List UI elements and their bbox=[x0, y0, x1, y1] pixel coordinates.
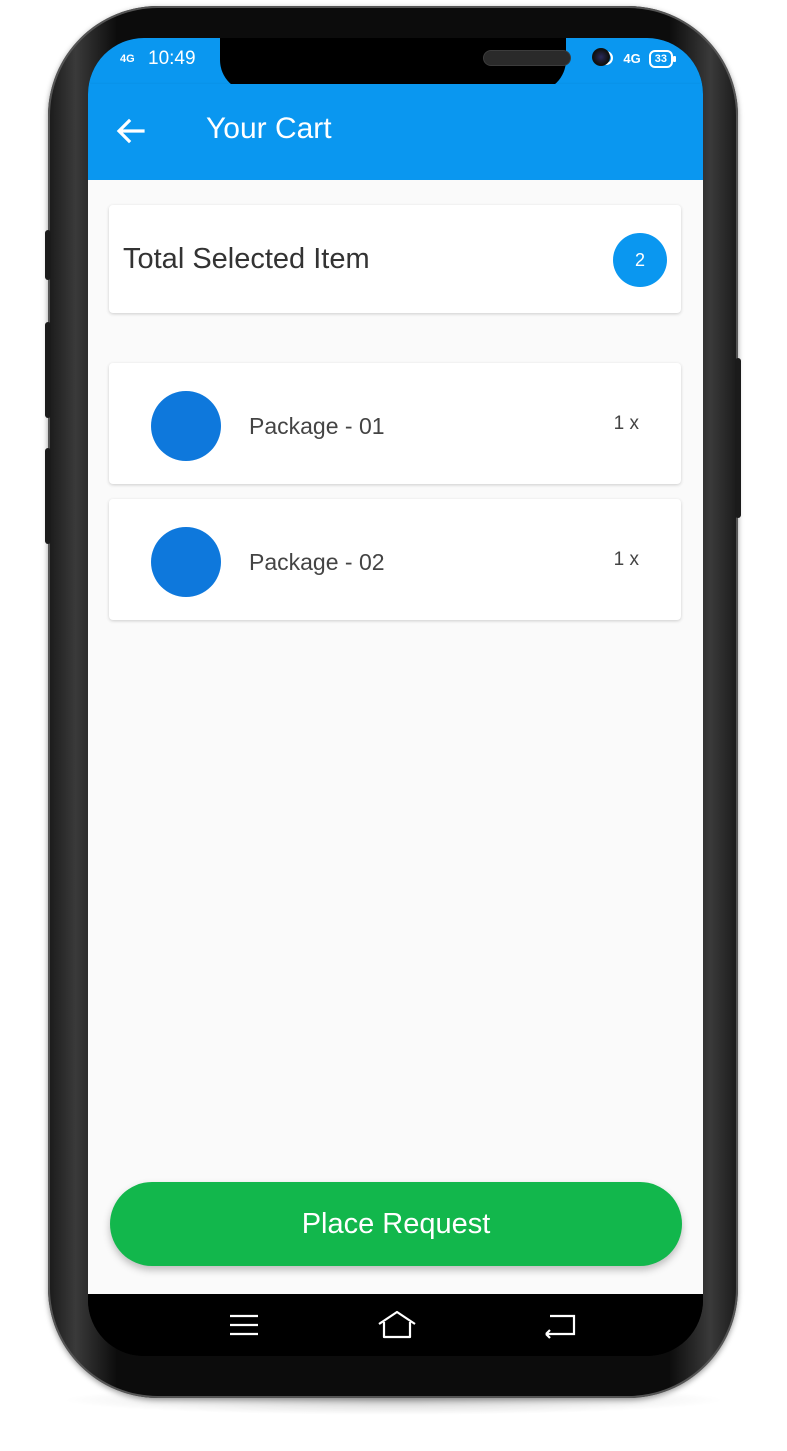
package-name: Package - 02 bbox=[249, 549, 385, 575]
network-type: 4G bbox=[623, 51, 641, 66]
system-nav-bar bbox=[88, 1294, 703, 1356]
volume-up-button bbox=[45, 322, 51, 418]
selected-summary-card: Total Selected Item 2 bbox=[109, 205, 681, 313]
clock: 10:49 bbox=[148, 48, 196, 69]
package-avatar bbox=[151, 391, 221, 461]
home-icon[interactable] bbox=[375, 1308, 416, 1342]
app-bar: Your Cart bbox=[88, 84, 703, 180]
battery-icon: 33 bbox=[648, 49, 677, 68]
menu-icon[interactable] bbox=[224, 1308, 264, 1342]
count-badge: 2 bbox=[613, 233, 667, 287]
cart-content: Total Selected Item 2 Package - 01 1 x P… bbox=[88, 180, 703, 1294]
package-name: Package - 01 bbox=[249, 413, 385, 439]
package-quantity: 1 x bbox=[613, 413, 639, 434]
page-title: Your Cart bbox=[206, 112, 332, 145]
speaker-grille bbox=[483, 50, 571, 66]
place-request-button[interactable]: Place Request bbox=[110, 1182, 682, 1266]
cart-item[interactable]: Package - 02 1 x bbox=[109, 499, 681, 620]
volume-button bbox=[45, 230, 51, 280]
phone-screen: 4G 10:49 4G 33 Your Cart Total Selected … bbox=[88, 38, 703, 1356]
status-left: 4G 10:49 bbox=[120, 48, 196, 70]
back-icon[interactable] bbox=[540, 1308, 580, 1342]
cart-item[interactable]: Package - 01 1 x bbox=[109, 363, 681, 484]
signal-icon: 4G bbox=[120, 53, 135, 65]
package-avatar bbox=[151, 527, 221, 597]
package-quantity: 1 x bbox=[613, 549, 639, 570]
arrow-left-icon[interactable] bbox=[114, 114, 148, 148]
summary-label: Total Selected Item bbox=[123, 243, 370, 275]
front-camera bbox=[592, 48, 610, 66]
power-button bbox=[735, 358, 741, 518]
volume-down-button bbox=[45, 448, 51, 544]
